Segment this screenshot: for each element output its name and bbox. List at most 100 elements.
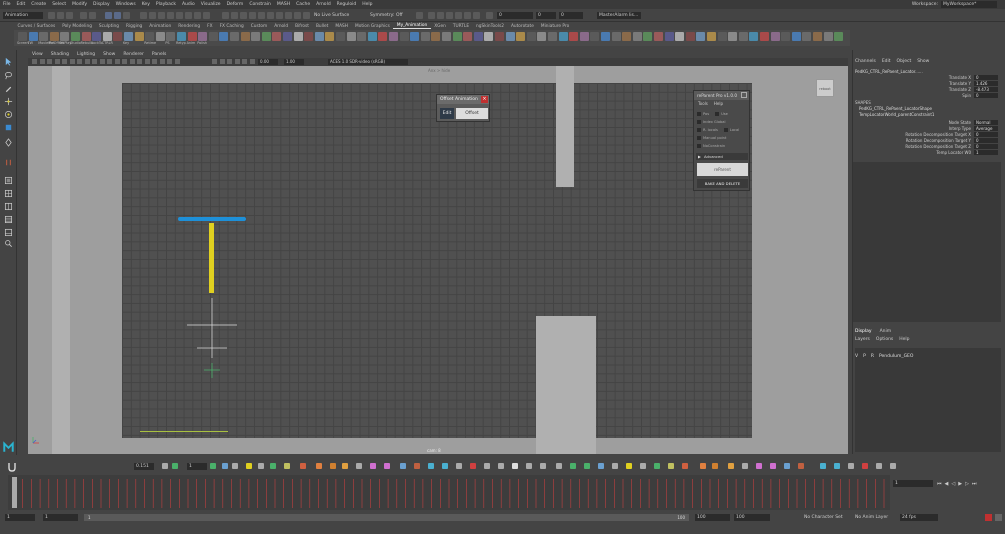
shelf-button-icon[interactable] (251, 32, 261, 41)
snap-curve-icon[interactable] (231, 12, 238, 19)
viewport-toolbar-icon[interactable] (62, 59, 67, 64)
viewport-toolbar-icon[interactable] (242, 59, 247, 64)
animation-tool-icon[interactable] (246, 463, 252, 469)
shelf-button-icon[interactable] (272, 32, 282, 41)
soft-select-icon[interactable] (4, 158, 13, 167)
tab-anim[interactable]: Anim (880, 329, 892, 334)
pendulum-pivot-bar[interactable] (178, 217, 246, 221)
arnold-render-icon[interactable] (473, 12, 480, 19)
shelf-tab-11[interactable]: Bullet (312, 24, 331, 29)
menu-help[interactable]: Help (359, 2, 375, 7)
snap-edge-icon[interactable] (276, 12, 283, 19)
shelf-tab-5[interactable]: Rendering (175, 24, 204, 29)
viewport-menu-view[interactable]: View (28, 52, 47, 57)
shelf-button-icon[interactable] (28, 32, 38, 41)
shelf-button-icon[interactable] (166, 32, 176, 41)
viewport-toolbar-icon[interactable] (249, 59, 255, 64)
shelf-button-icon[interactable] (505, 32, 515, 41)
shape-attr-value[interactable]: 0 (974, 138, 998, 143)
shape-attr-name[interactable]: Node State (949, 120, 971, 125)
shelf-button-icon[interactable] (823, 32, 833, 41)
animation-tool-icon[interactable] (484, 463, 490, 469)
camera-dropdown[interactable]: MasterAlarm lis... (597, 12, 641, 19)
animation-tool-icon[interactable] (820, 463, 826, 469)
move-tool-icon[interactable] (4, 97, 13, 106)
channel-attr-value[interactable]: -8.473 (974, 87, 998, 92)
rotate-tool-icon[interactable] (4, 110, 13, 119)
go-to-end-icon[interactable]: ⏭ (972, 481, 977, 487)
shelf-tab-18[interactable]: Autorotate (507, 24, 537, 29)
shelf-tab-15[interactable]: XGen (431, 24, 450, 29)
animation-tool-icon[interactable] (742, 463, 748, 469)
layer-playback-toggle[interactable]: P (863, 354, 866, 359)
animation-tool-icon[interactable] (172, 463, 178, 469)
exposure-field[interactable]: 0.00 (258, 59, 278, 65)
menu-audio[interactable]: Audio (179, 2, 198, 7)
channel-attr-value[interactable]: 0 (974, 93, 998, 98)
menu-mash[interactable]: MASH (274, 2, 293, 7)
animation-tool-icon[interactable] (526, 463, 532, 469)
animation-tool-icon[interactable] (784, 463, 790, 469)
shelf-button-icon[interactable] (537, 32, 547, 41)
shelf-button-icon[interactable] (155, 32, 165, 41)
animation-tool-icon[interactable] (556, 463, 562, 469)
animation-tool-icon[interactable] (232, 463, 238, 469)
shelf-button-icon[interactable] (463, 32, 473, 41)
shelf-button-icon[interactable] (389, 32, 398, 41)
transform-field-y[interactable]: 0 (536, 12, 556, 19)
viewport-toolbar-icon[interactable] (234, 59, 240, 64)
animation-tool-icon[interactable] (654, 463, 660, 469)
viewport-toolbar-icon[interactable] (227, 59, 232, 64)
menu-cache[interactable]: Cache (293, 2, 313, 7)
shelf-tab-4[interactable]: Animation (146, 24, 175, 29)
menu-layers[interactable]: Layers (855, 337, 870, 342)
step-back-icon[interactable]: ◀ (945, 481, 949, 487)
animation-tool-icon[interactable] (370, 463, 376, 469)
shelf-button-icon[interactable] (643, 32, 653, 41)
shelf-tab-16[interactable]: TURTLE (449, 24, 472, 29)
shelf-button-icon[interactable] (410, 32, 420, 41)
animation-tool-icon[interactable] (728, 463, 734, 469)
shelf-button-icon[interactable] (92, 32, 102, 41)
shelf-button-icon[interactable] (240, 32, 250, 41)
colorspace-dropdown[interactable]: ACES 1.0 SDR-video (sRGB) (328, 59, 408, 65)
viewport-menu-panels[interactable]: Panels (148, 52, 170, 57)
open-scene-icon[interactable] (57, 12, 64, 19)
time-slider[interactable] (8, 475, 890, 510)
playback-start-field[interactable]: 1 (43, 514, 78, 521)
range-start-marker[interactable]: 1 (88, 514, 91, 521)
shelf-button-icon[interactable] (336, 32, 345, 41)
menu-tools[interactable]: Tools (698, 101, 708, 106)
reparent-option-row[interactable]: Pos Use (697, 111, 728, 117)
viewport-toolbar-icon[interactable] (39, 59, 45, 64)
play-back-icon[interactable]: ◁ (951, 481, 955, 487)
shelf-button-icon[interactable] (124, 32, 133, 41)
checkbox[interactable] (697, 128, 701, 132)
viewport-toolbar-icon[interactable] (137, 59, 142, 64)
animation-tool-icon[interactable] (300, 463, 306, 469)
range-end-marker[interactable]: 100 (677, 514, 685, 521)
hypershade-icon[interactable] (464, 12, 471, 19)
shelf-tab-2[interactable]: Sculpting (95, 24, 122, 29)
shape-attr-name[interactable]: Rotation Decomposition Target Y (906, 138, 971, 143)
shape-attr-value[interactable]: 0 (974, 144, 998, 149)
layer-visibility-toggle[interactable]: V (855, 354, 858, 359)
viewcube-button[interactable]: reboot (816, 79, 834, 97)
single-pane-icon[interactable] (4, 176, 13, 185)
viewport-toolbar-icon[interactable] (32, 59, 37, 64)
animation-tool-icon[interactable] (342, 463, 348, 469)
menu-edit[interactable]: Edit (14, 2, 29, 7)
playback-end-field[interactable]: 100 (695, 514, 730, 521)
animation-tool-icon[interactable] (584, 463, 590, 469)
viewport-toolbar-icon[interactable] (219, 59, 225, 64)
animation-tool-icon[interactable] (270, 463, 276, 469)
shelf-button-icon[interactable] (60, 32, 70, 41)
shelf-button-icon[interactable] (378, 32, 388, 41)
animation-tool-icon[interactable] (626, 463, 632, 469)
menu-display[interactable]: Display (90, 2, 113, 7)
shelf-tab-12[interactable]: MASH (332, 24, 352, 29)
animation-tool-icon[interactable] (668, 463, 674, 469)
shelf-button-icon[interactable] (198, 32, 208, 41)
step-field[interactable]: 1 (187, 463, 207, 470)
shelf-button-icon[interactable] (548, 32, 557, 41)
